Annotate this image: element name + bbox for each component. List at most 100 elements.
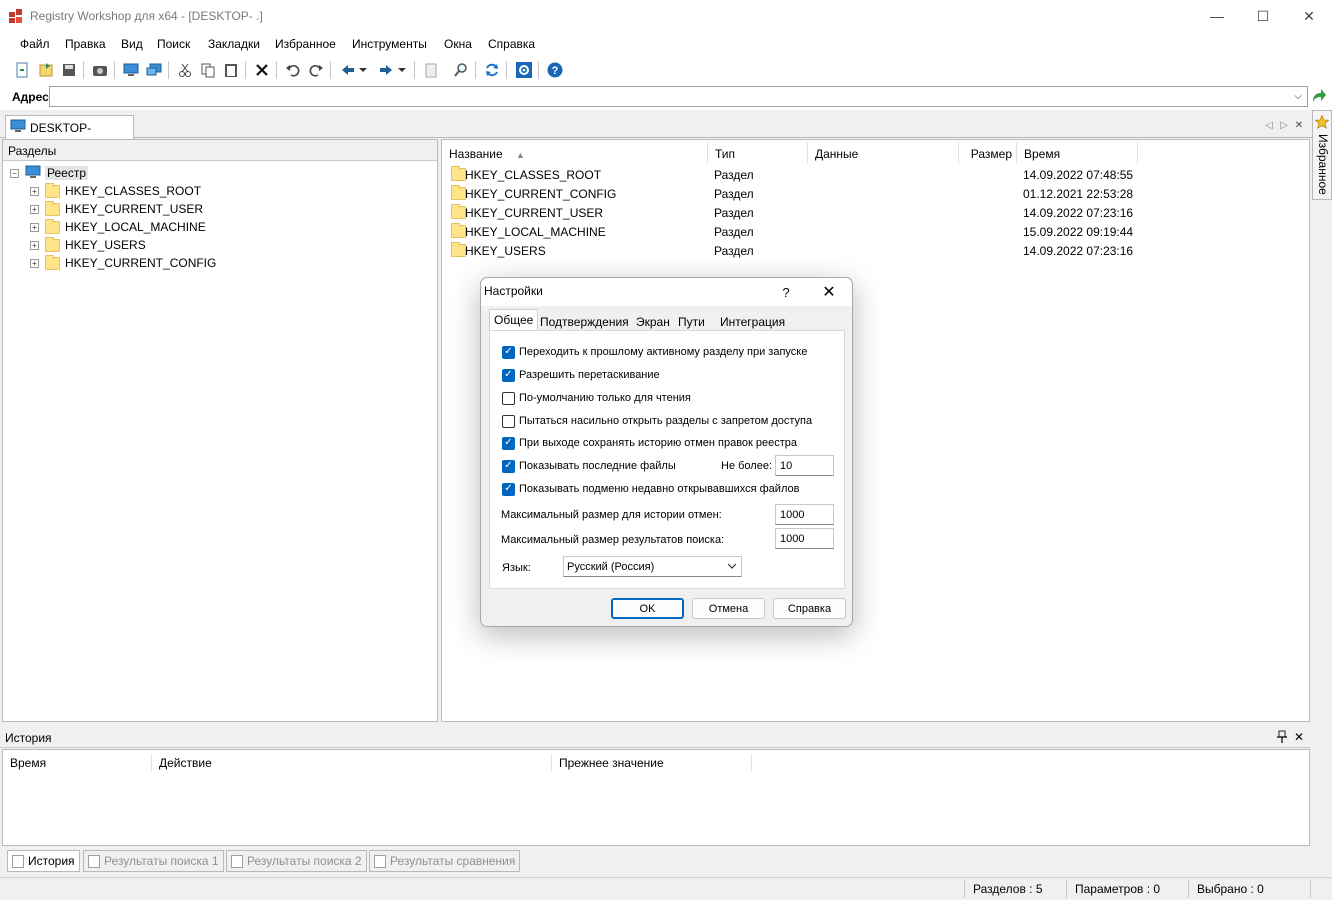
- menu-help[interactable]: Справка: [488, 37, 535, 51]
- document-tab[interactable]: DESKTOP-: [5, 115, 134, 139]
- collapse-icon[interactable]: −: [10, 168, 19, 178]
- pin-icon[interactable]: [1276, 730, 1288, 747]
- tree-item-label: HKEY_LOCAL_MACHINE: [65, 220, 206, 234]
- dialog-tab-paths[interactable]: Пути: [674, 312, 709, 332]
- list-item[interactable]: HKEY_CURRENT_USER Раздел 14.09.2022 07:2…: [448, 203, 1308, 222]
- cancel-button[interactable]: Отмена: [692, 598, 765, 619]
- option-force-open-denied[interactable]: Пытаться насильно открыть разделы с запр…: [502, 413, 812, 429]
- recent-limit-input[interactable]: [775, 455, 834, 476]
- option-allow-drag-drop[interactable]: ✓ Разрешить перетаскивание: [502, 367, 660, 383]
- menu-windows[interactable]: Окна: [444, 37, 472, 51]
- help-button[interactable]: Справка: [773, 598, 846, 619]
- menu-view[interactable]: Вид: [121, 37, 143, 51]
- menu-edit[interactable]: Правка: [65, 37, 106, 51]
- snapshot-icon[interactable]: [90, 60, 110, 80]
- tree-item[interactable]: + HKEY_CLASSES_ROOT: [30, 182, 201, 200]
- tab-history[interactable]: История: [7, 850, 80, 872]
- tree-item[interactable]: + HKEY_USERS: [30, 236, 146, 254]
- option-show-recent-submenu[interactable]: ✓ Показывать подменю недавно открывавших…: [502, 481, 799, 497]
- find-icon[interactable]: [451, 60, 471, 80]
- back-icon[interactable]: [338, 60, 358, 80]
- dialog-tab-confirmations[interactable]: Подтверждения: [536, 312, 633, 332]
- history-close-icon[interactable]: ✕: [1294, 730, 1304, 744]
- checkbox-checked-icon[interactable]: ✓: [502, 482, 515, 496]
- up-level-icon[interactable]: [421, 60, 441, 80]
- local-computer-icon[interactable]: [121, 60, 141, 80]
- copy-icon[interactable]: [198, 60, 218, 80]
- list-item[interactable]: HKEY_USERS Раздел 14.09.2022 07:23:16: [448, 241, 1308, 260]
- minimize-button[interactable]: —: [1194, 0, 1240, 32]
- checkbox-checked-icon[interactable]: ✓: [502, 459, 515, 473]
- column-size[interactable]: Размер: [959, 142, 1017, 164]
- dialog-tab-display[interactable]: Экран: [632, 312, 674, 332]
- help-icon[interactable]: ?: [545, 60, 565, 80]
- checkbox-checked-icon[interactable]: ✓: [502, 436, 515, 450]
- expand-icon[interactable]: +: [30, 186, 39, 196]
- dialog-close-icon[interactable]: ✕: [817, 281, 841, 303]
- dialog-tab-integration[interactable]: Интеграция: [716, 312, 789, 332]
- option-restore-last-key[interactable]: ✓ Переходить к прошлому активному раздел…: [502, 344, 807, 360]
- dialog-help-icon[interactable]: ?: [777, 282, 795, 302]
- delete-icon[interactable]: [252, 60, 272, 80]
- paste-icon[interactable]: [221, 60, 241, 80]
- tab-search-results-2[interactable]: Результаты поиска 2: [226, 850, 367, 872]
- menu-tools[interactable]: Инструменты: [352, 37, 427, 51]
- tab-search-results-1[interactable]: Результаты поиска 1: [83, 850, 224, 872]
- undo-history-input[interactable]: [775, 504, 834, 525]
- tab-close-icon[interactable]: ✕: [1292, 118, 1306, 132]
- tree-item[interactable]: + HKEY_CURRENT_CONFIG: [30, 254, 216, 272]
- forward-icon[interactable]: [376, 60, 396, 80]
- search-results-input[interactable]: [775, 528, 834, 549]
- address-input[interactable]: [49, 86, 1308, 107]
- column-data[interactable]: Данные: [808, 142, 959, 164]
- ok-button[interactable]: OK: [611, 598, 684, 619]
- open-icon[interactable]: [36, 60, 56, 80]
- list-item[interactable]: HKEY_LOCAL_MACHINE Раздел 15.09.2022 09:…: [448, 222, 1308, 241]
- checkbox-unchecked-icon[interactable]: [502, 414, 515, 428]
- remote-computer-icon[interactable]: [144, 60, 164, 80]
- tab-compare-results[interactable]: Результаты сравнения: [369, 850, 521, 872]
- menu-file[interactable]: Файл: [20, 37, 50, 51]
- menu-search[interactable]: Поиск: [157, 37, 190, 51]
- cut-icon[interactable]: [175, 60, 195, 80]
- expand-icon[interactable]: +: [30, 258, 39, 268]
- expand-icon[interactable]: +: [30, 240, 39, 250]
- save-icon[interactable]: [59, 60, 79, 80]
- column-name[interactable]: Название ▲: [442, 142, 708, 164]
- go-arrow-icon[interactable]: [1311, 88, 1327, 106]
- option-read-only-default[interactable]: По-умолчанию только для чтения: [502, 390, 691, 406]
- list-item[interactable]: HKEY_CLASSES_ROOT Раздел 14.09.2022 07:4…: [448, 165, 1308, 184]
- language-select[interactable]: Русский (Россия): [563, 556, 742, 577]
- undo-icon[interactable]: [283, 60, 303, 80]
- checkbox-unchecked-icon[interactable]: [502, 391, 515, 405]
- refresh-icon[interactable]: [482, 60, 502, 80]
- tree-item[interactable]: + HKEY_LOCAL_MACHINE: [30, 218, 206, 236]
- new-icon[interactable]: [12, 60, 32, 80]
- tree-root[interactable]: − Реестр: [10, 164, 88, 182]
- redo-icon[interactable]: [306, 60, 326, 80]
- option-show-recent-files[interactable]: ✓ Показывать последние файлы: [502, 458, 676, 474]
- checkbox-checked-icon[interactable]: ✓: [502, 368, 515, 382]
- tree-item[interactable]: + HKEY_CURRENT_USER: [30, 200, 203, 218]
- option-save-undo-history[interactable]: ✓ При выходе сохранять историю отмен пра…: [502, 435, 797, 451]
- history-column-time[interactable]: Время: [3, 754, 152, 772]
- back-dropdown-icon[interactable]: [357, 60, 369, 80]
- address-dropdown-icon[interactable]: ⌵: [1290, 88, 1306, 105]
- expand-icon[interactable]: +: [30, 204, 39, 214]
- tab-next-icon[interactable]: ▷: [1277, 118, 1291, 132]
- menu-favorites[interactable]: Избранное: [275, 37, 336, 51]
- expand-icon[interactable]: +: [30, 222, 39, 232]
- close-window-button[interactable]: ✕: [1286, 0, 1332, 32]
- tab-prev-icon[interactable]: ◁: [1262, 118, 1276, 132]
- settings-icon[interactable]: [514, 60, 534, 80]
- history-column-old-value[interactable]: Прежнее значение: [552, 754, 752, 772]
- column-time[interactable]: Время: [1017, 142, 1138, 164]
- column-type[interactable]: Тип: [708, 142, 808, 164]
- list-item[interactable]: HKEY_CURRENT_CONFIG Раздел 01.12.2021 22…: [448, 184, 1308, 203]
- dialog-tab-general[interactable]: Общее: [489, 309, 539, 331]
- menu-bookmarks[interactable]: Закладки: [208, 37, 260, 51]
- forward-dropdown-icon[interactable]: [396, 60, 408, 80]
- maximize-button[interactable]: ☐: [1240, 0, 1286, 32]
- checkbox-checked-icon[interactable]: ✓: [502, 345, 515, 359]
- history-column-action[interactable]: Действие: [152, 754, 552, 772]
